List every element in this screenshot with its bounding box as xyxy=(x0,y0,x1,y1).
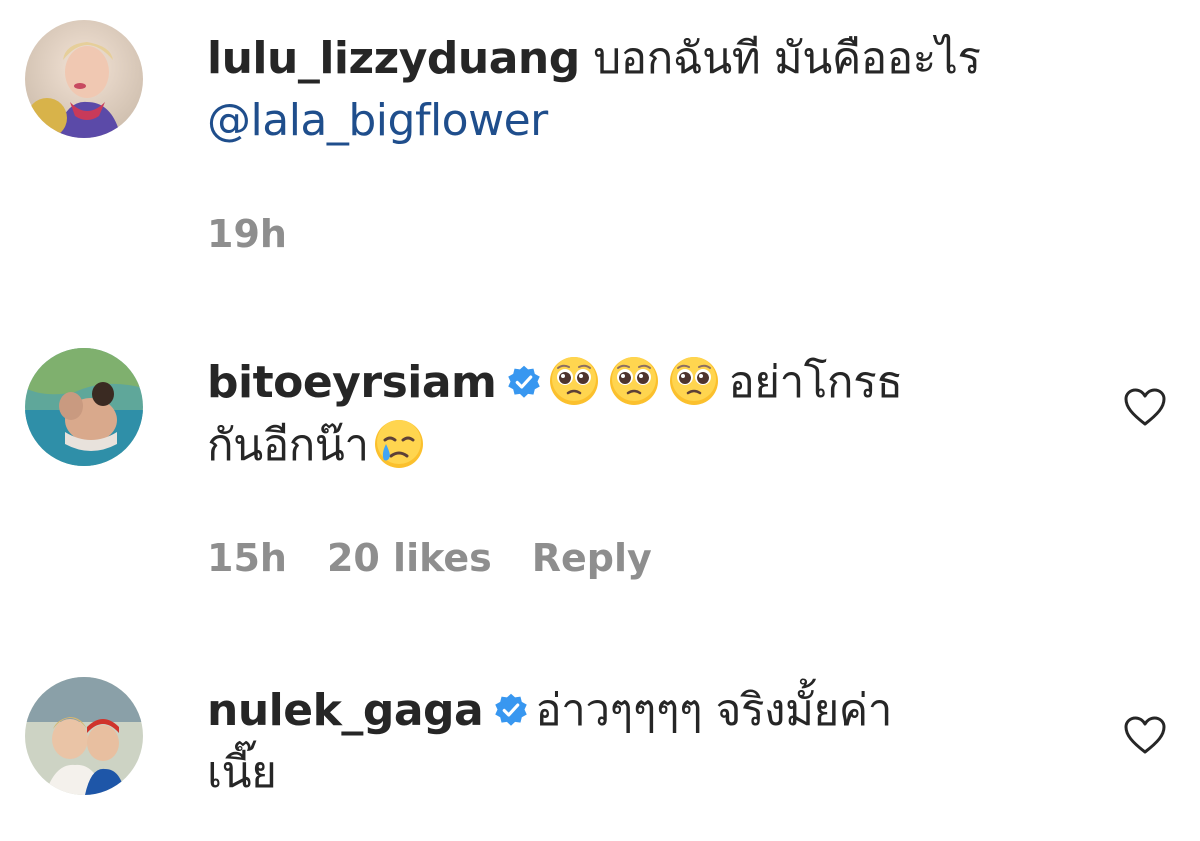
reply-button[interactable]: Reply xyxy=(532,536,652,580)
avatar-lulu-lizzyduang[interactable] xyxy=(25,20,143,138)
comment-2-text: bitoeyrsiam อย่าโกรธ กันอีกน๊า xyxy=(207,352,1087,478)
heart-outline-icon[interactable] xyxy=(1122,714,1168,756)
verified-badge-icon xyxy=(506,364,542,400)
comment-body: อย่าโกรธ xyxy=(728,357,903,408)
comment-username[interactable]: lulu_lizzyduang xyxy=(207,33,580,84)
comment-username[interactable]: bitoeyrsiam xyxy=(207,357,497,408)
heart-outline-icon[interactable] xyxy=(1122,386,1168,428)
pleading-face-emoji xyxy=(548,355,600,407)
avatar-nulek-gaga[interactable] xyxy=(25,677,143,795)
comment-body-line2: กันอีกน๊า xyxy=(207,420,369,471)
comment-body-line2: เนี๊ย xyxy=(207,747,277,798)
comment-3-text: nulek_gaga อ่าวๆๆๆๆ จริงมั้ยค่า เนี๊ย xyxy=(207,680,1087,804)
comment-time[interactable]: 19h xyxy=(207,212,287,256)
pleading-face-emoji xyxy=(668,355,720,407)
comment-username[interactable]: nulek_gaga xyxy=(207,685,484,736)
crying-face-emoji xyxy=(373,418,425,470)
verified-badge-icon xyxy=(493,692,529,728)
pleading-face-emoji xyxy=(608,355,660,407)
comment-body: บอกฉันที มันคืออะไร xyxy=(593,33,981,84)
comment-body: อ่าวๆๆๆๆ จริงมั้ยค่า xyxy=(535,685,892,736)
comment-1-text: lulu_lizzyduang บอกฉันที มันคืออะไร @lal… xyxy=(207,28,1087,152)
comment-2-meta: 15h 20 likes Reply xyxy=(207,536,692,580)
comment-likes[interactable]: 20 likes xyxy=(327,536,492,580)
comment-time[interactable]: 15h xyxy=(207,536,287,580)
comment-mention[interactable]: @lala_bigflower xyxy=(207,95,548,146)
comment-1-meta: 19h xyxy=(207,212,327,256)
avatar-bitoeyrsiam[interactable] xyxy=(25,348,143,466)
